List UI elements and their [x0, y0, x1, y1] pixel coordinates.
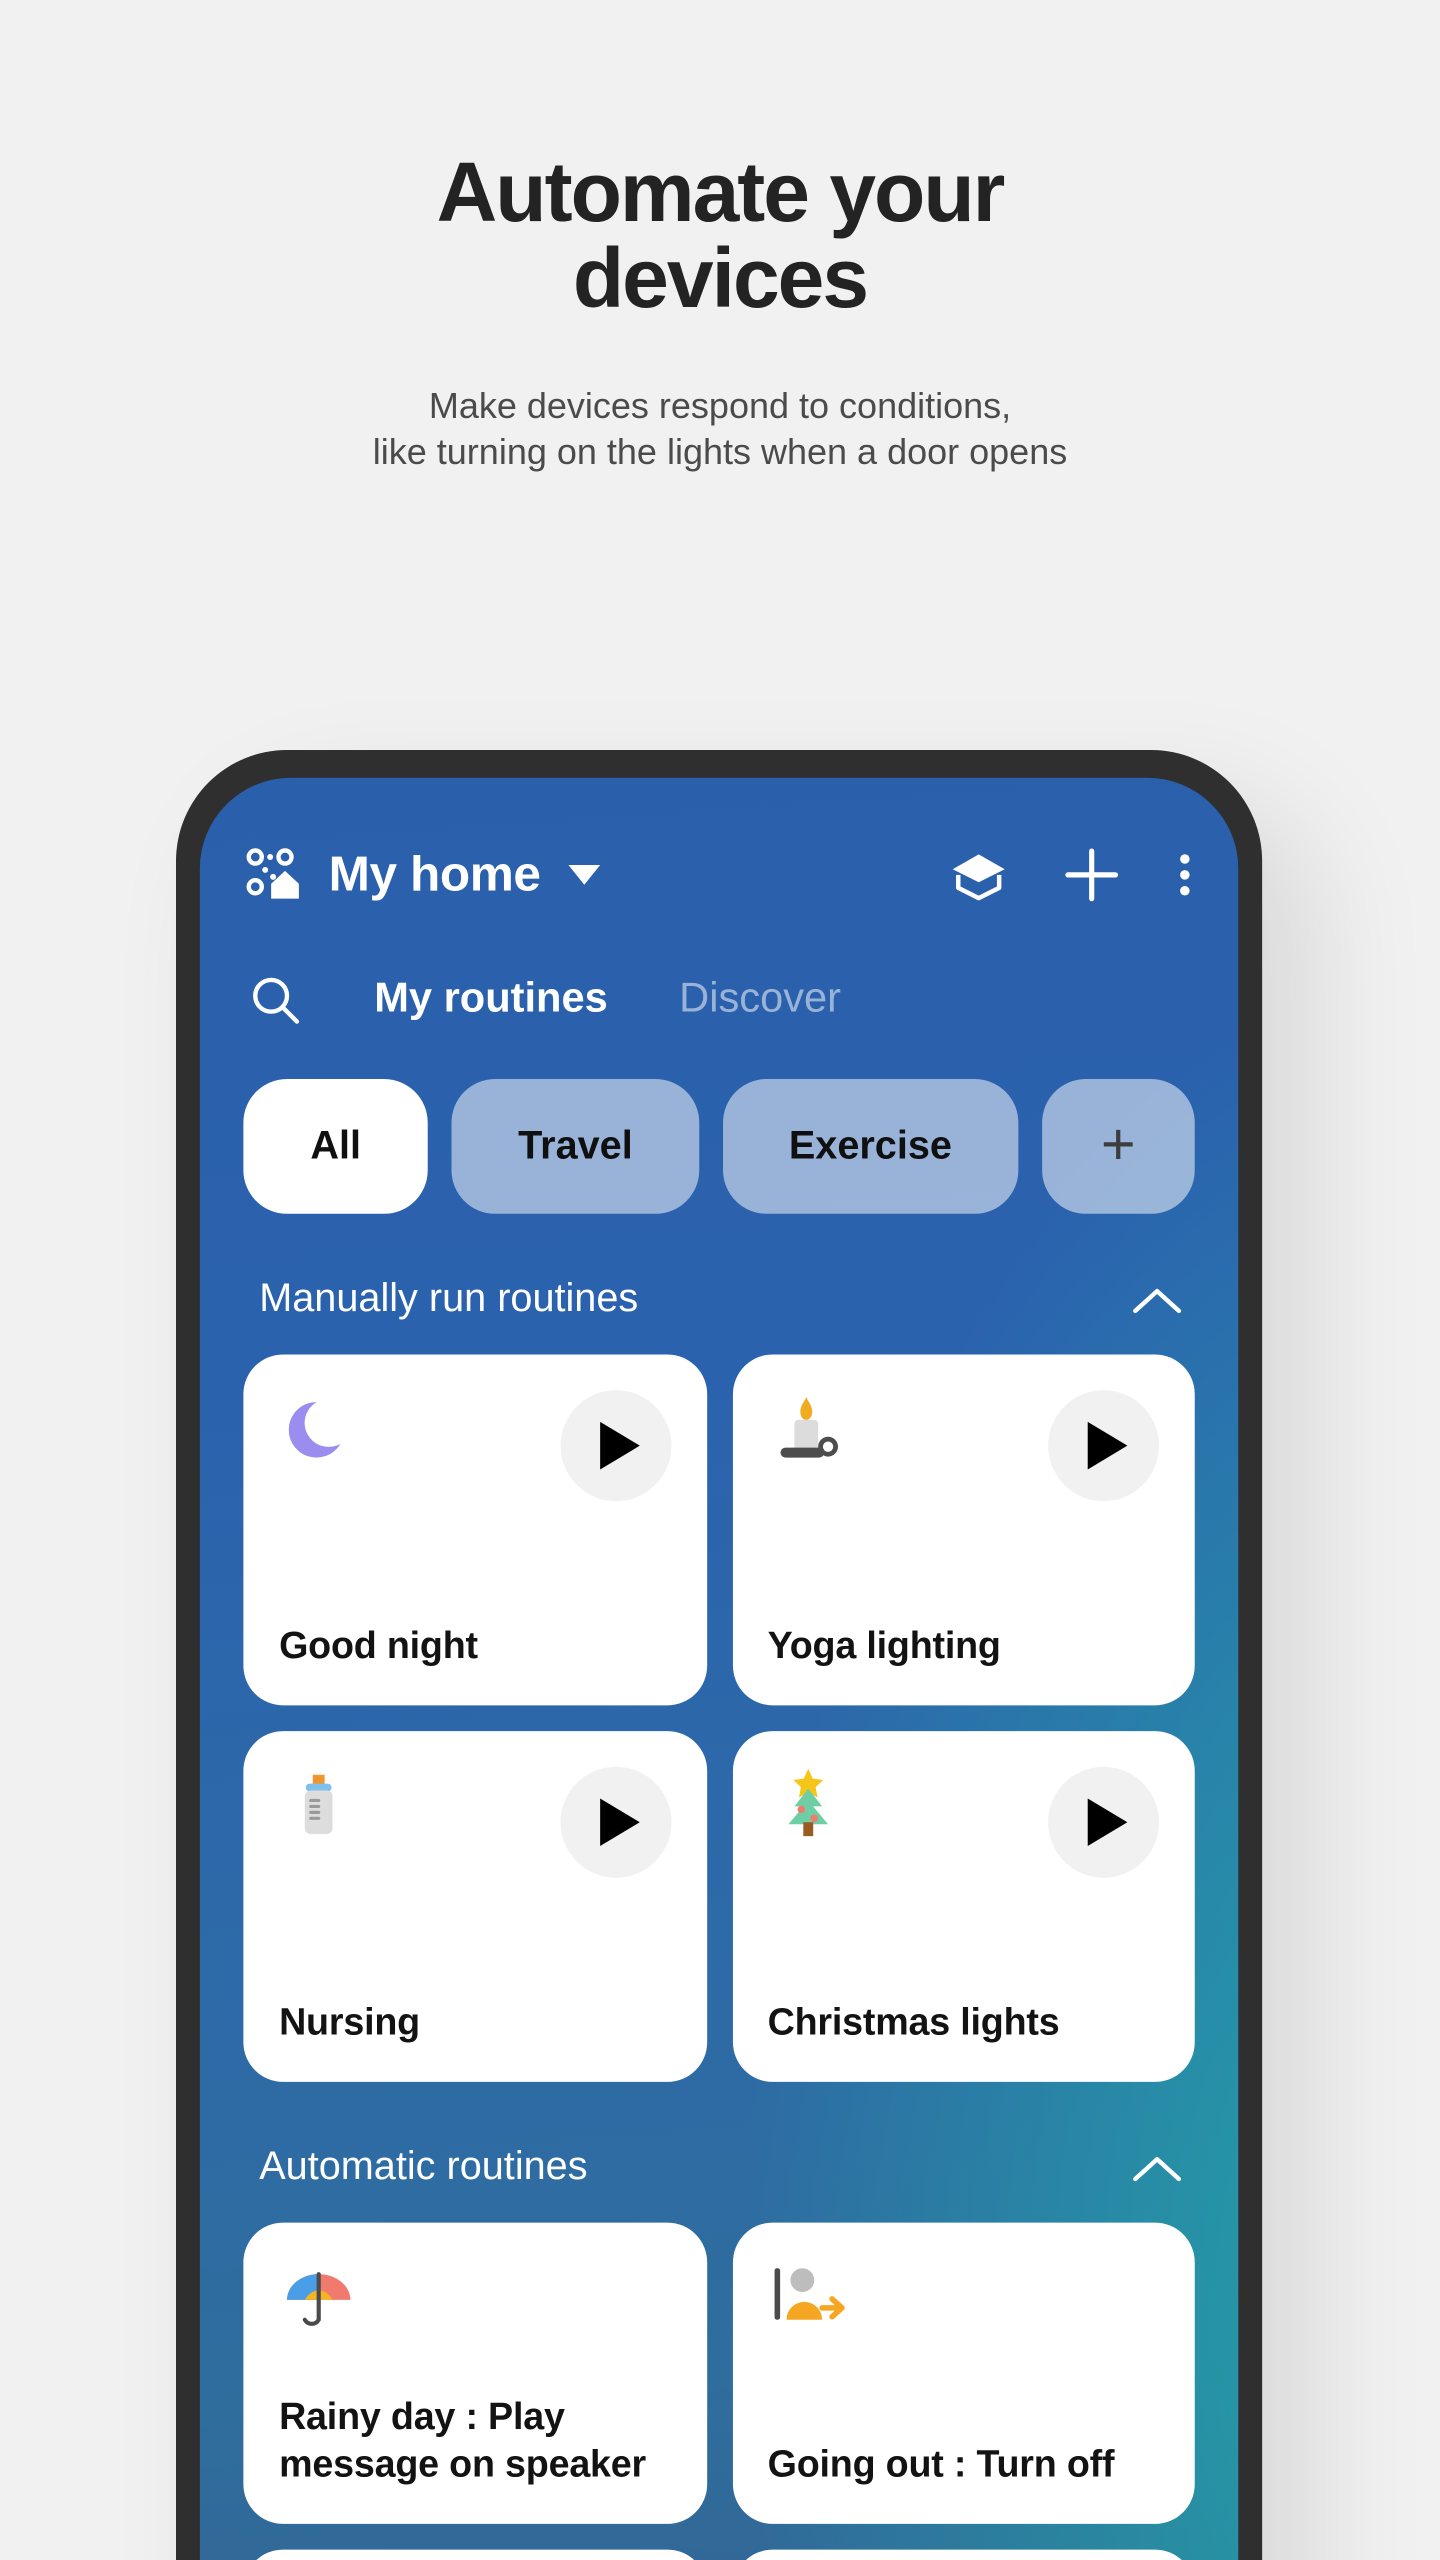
play-triangle-icon [599, 1798, 639, 1847]
tab-bar: My routines Discover [200, 920, 1239, 1027]
card-top [768, 1766, 1160, 1878]
map-view-icon[interactable] [949, 845, 1008, 904]
chevron-up-icon[interactable] [1131, 2152, 1183, 2184]
home-title[interactable]: My home [329, 846, 541, 903]
phone-screen: My home My routines Discover All Travel … [199, 777, 1239, 2560]
chip-add-category[interactable]: + [1041, 1079, 1195, 1214]
play-button[interactable] [1048, 1390, 1160, 1502]
manual-routine-grid: Good night Yoga lighting Nursing Christm… [200, 1323, 1239, 2082]
routine-card-security[interactable] [731, 2549, 1195, 2560]
filter-chip-row: All Travel Exercise + [200, 1027, 1239, 1214]
tab-discover[interactable]: Discover [679, 976, 841, 1024]
christmas-tree-icon [768, 1767, 847, 1846]
baby-bottle-icon [279, 1767, 358, 1846]
card-top [279, 1766, 671, 1878]
routine-card-rainy-day[interactable]: Rainy day : Play message on speaker [243, 2222, 707, 2524]
chevron-down-icon[interactable] [568, 864, 601, 885]
play-triangle-icon [1087, 1798, 1128, 1847]
routine-card-good-night[interactable]: Good night [243, 1354, 707, 1706]
play-button[interactable] [559, 1766, 671, 1878]
umbrella-icon [279, 2258, 358, 2337]
routine-card-going-out[interactable]: Going out : Turn off [731, 2222, 1195, 2524]
chip-all[interactable]: All [243, 1079, 428, 1214]
plus-icon: + [1100, 1112, 1136, 1179]
routine-label: Rainy day : Play message on speaker [279, 2396, 647, 2487]
tab-my-routines[interactable]: My routines [374, 976, 608, 1024]
card-top [279, 1390, 671, 1502]
routine-card-attic[interactable]: Attic : turn on lights [243, 2549, 707, 2560]
automatic-routine-grid: Rainy day : Play message on speaker Goin… [200, 2191, 1239, 2560]
page-title-line-2: devices [572, 230, 869, 325]
section-title-manual: Manually run routines [259, 1277, 639, 1321]
routine-label: Nursing [279, 2003, 420, 2045]
section-header-manual: Manually run routines [200, 1214, 1239, 1323]
play-button[interactable] [1048, 1766, 1160, 1878]
card-top [768, 2258, 1159, 2337]
play-triangle-icon [599, 1421, 639, 1470]
phone-mockup: My home My routines Discover All Travel … [176, 750, 1266, 2560]
play-button[interactable] [559, 1390, 671, 1502]
candle-icon [768, 1390, 847, 1469]
card-top [768, 1390, 1160, 1502]
smartthings-home-icon[interactable] [243, 845, 302, 904]
page-subtitle: Make devices respond to conditions, like… [0, 383, 1440, 475]
marketing-page: Automate your devices Make devices respo… [0, 0, 1440, 2560]
search-icon[interactable] [247, 972, 302, 1027]
routine-card-christmas-lights[interactable]: Christmas lights [731, 1731, 1195, 2082]
routine-label: Yoga lighting [767, 1626, 1001, 1669]
crescent-moon-icon [279, 1390, 358, 1469]
chevron-up-icon[interactable] [1131, 1284, 1183, 1316]
hero-section: Automate your devices Make devices respo… [0, 0, 1440, 476]
routine-label: Going out : Turn off [767, 2445, 1115, 2487]
page-title: Automate your devices [270, 149, 1170, 321]
person-leaving-icon [768, 2258, 855, 2337]
plus-icon[interactable] [1060, 843, 1123, 906]
chip-travel[interactable]: Travel [451, 1079, 700, 1214]
section-header-automatic: Automatic routines [200, 2082, 1239, 2191]
page-subtitle-line-2: like turning on the lights when a door o… [372, 431, 1068, 473]
page-title-line-1: Automate your [436, 145, 1006, 239]
routine-label: Christmas lights [767, 2003, 1060, 2045]
overflow-menu-icon[interactable] [1175, 845, 1195, 904]
app-bar: My home [200, 778, 1239, 921]
play-triangle-icon [1087, 1421, 1128, 1470]
section-title-automatic: Automatic routines [259, 2145, 588, 2189]
chip-exercise[interactable]: Exercise [722, 1079, 1018, 1214]
routine-card-yoga-lighting[interactable]: Yoga lighting [731, 1354, 1195, 1706]
routine-card-nursing[interactable]: Nursing [243, 1731, 707, 2082]
routine-label: Good night [279, 1626, 478, 1669]
card-top [279, 2258, 670, 2337]
page-subtitle-line-1: Make devices respond to conditions, [428, 385, 1012, 427]
